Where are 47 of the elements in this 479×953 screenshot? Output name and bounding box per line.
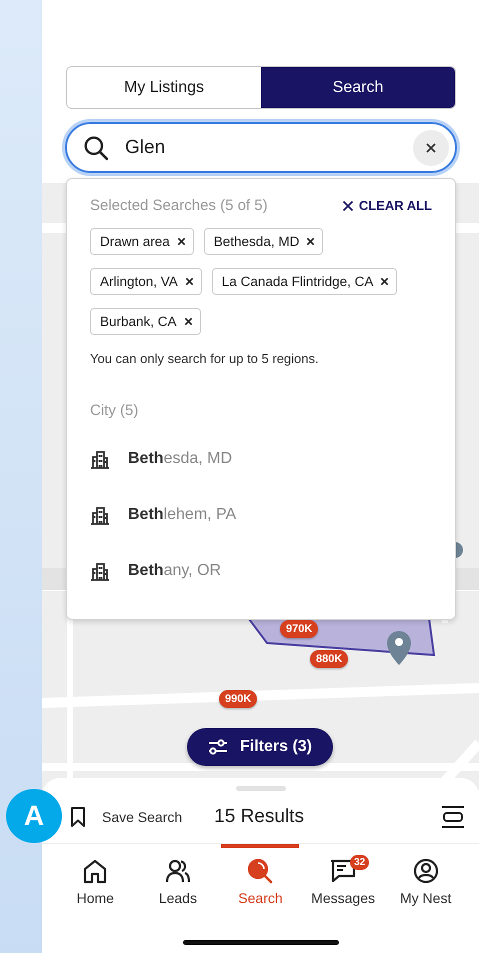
search-icon: [83, 134, 109, 160]
search-chip[interactable]: Burbank, CA: [90, 308, 201, 335]
close-icon[interactable]: [380, 277, 390, 286]
building-icon: [90, 561, 110, 581]
profile-icon: [412, 858, 439, 884]
nav-tab[interactable]: My Nest: [386, 844, 465, 906]
people-icon: [164, 858, 191, 884]
search-field[interactable]: Glen: [65, 122, 457, 173]
city-suggestion[interactable]: Bethesda, MD: [90, 431, 432, 487]
clear-button[interactable]: [413, 130, 449, 166]
nav-tab[interactable]: 32 Messages: [304, 844, 382, 906]
nav-tab[interactable]: Search: [221, 844, 300, 906]
search-input[interactable]: Glen: [123, 136, 413, 160]
section-title: Selected Searches (5 of 5): [90, 197, 268, 214]
building-icon: [90, 505, 110, 525]
price-pin[interactable]: 970K: [280, 620, 318, 638]
building-icon: [90, 449, 110, 469]
search-chip[interactable]: La Canada Flintridge, CA: [212, 268, 398, 295]
search-icon: [247, 858, 274, 884]
list-view-icon[interactable]: [441, 805, 465, 829]
search-chip[interactable]: Drawn area: [90, 228, 194, 255]
nav-tab[interactable]: Leads: [138, 844, 217, 906]
group-title: City (5): [90, 402, 140, 419]
results-count: 15 Results: [214, 806, 305, 828]
close-icon[interactable]: [306, 237, 316, 246]
close-icon[interactable]: [184, 277, 194, 286]
clear-all-button[interactable]: CLEAR ALL: [342, 198, 432, 213]
bookmark-icon: [70, 806, 86, 828]
city-suggestion[interactable]: Bethlehem, PA: [90, 487, 432, 543]
unread-badge: 32: [350, 855, 370, 870]
close-icon[interactable]: [176, 237, 186, 246]
price-pin[interactable]: 880K: [310, 650, 348, 668]
search-chip[interactable]: Bethesda, MD: [204, 228, 324, 255]
nav-tab[interactable]: Home: [56, 844, 134, 906]
city-suggestion[interactable]: Bethany, OR: [90, 543, 432, 599]
close-icon[interactable]: [184, 317, 193, 326]
sliders-icon: [208, 739, 228, 755]
home-icon: [82, 858, 108, 884]
save-search-button[interactable]: Save Search: [70, 806, 182, 828]
segment-tab[interactable]: Search: [261, 67, 455, 108]
limit-note: You can only search for up to 5 regions.: [90, 351, 320, 366]
close-icon: [342, 200, 354, 212]
filters-button[interactable]: Filters (3): [187, 728, 333, 766]
search-chip[interactable]: Arlington, VA: [90, 268, 202, 295]
price-pin[interactable]: 990K: [219, 690, 258, 708]
chat-icon: [330, 858, 356, 884]
close-icon: [425, 142, 437, 154]
